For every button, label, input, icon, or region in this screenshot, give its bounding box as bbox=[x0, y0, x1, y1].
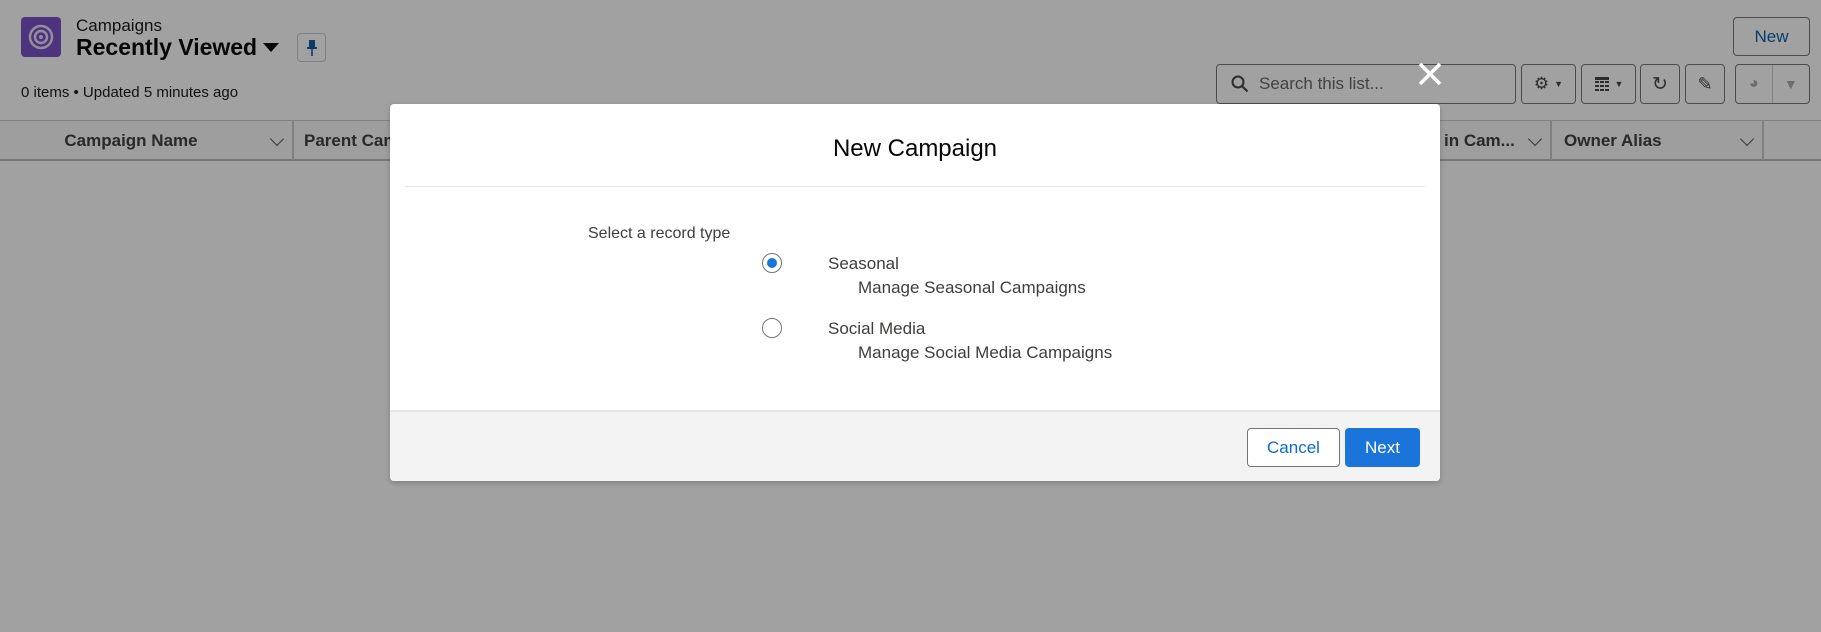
radio-seasonal[interactable] bbox=[762, 253, 782, 273]
divider bbox=[405, 186, 1425, 187]
record-type-label: Select a record type bbox=[588, 225, 731, 242]
option-name[interactable]: Social Media bbox=[828, 319, 925, 339]
close-modal-button[interactable] bbox=[1414, 58, 1446, 90]
new-campaign-modal: New Campaign Select a record type Season… bbox=[390, 104, 1440, 481]
modal-footer: Cancel Next bbox=[390, 410, 1440, 481]
radio-social-media[interactable] bbox=[762, 318, 782, 338]
option-description: Manage Seasonal Campaigns bbox=[858, 278, 1086, 297]
next-button[interactable]: Next bbox=[1345, 428, 1420, 467]
modal-title: New Campaign bbox=[832, 135, 998, 162]
option-description: Manage Social Media Campaigns bbox=[858, 343, 1113, 362]
cancel-button[interactable]: Cancel bbox=[1247, 428, 1340, 467]
option-name[interactable]: Seasonal bbox=[828, 254, 899, 274]
close-icon bbox=[1418, 62, 1442, 86]
